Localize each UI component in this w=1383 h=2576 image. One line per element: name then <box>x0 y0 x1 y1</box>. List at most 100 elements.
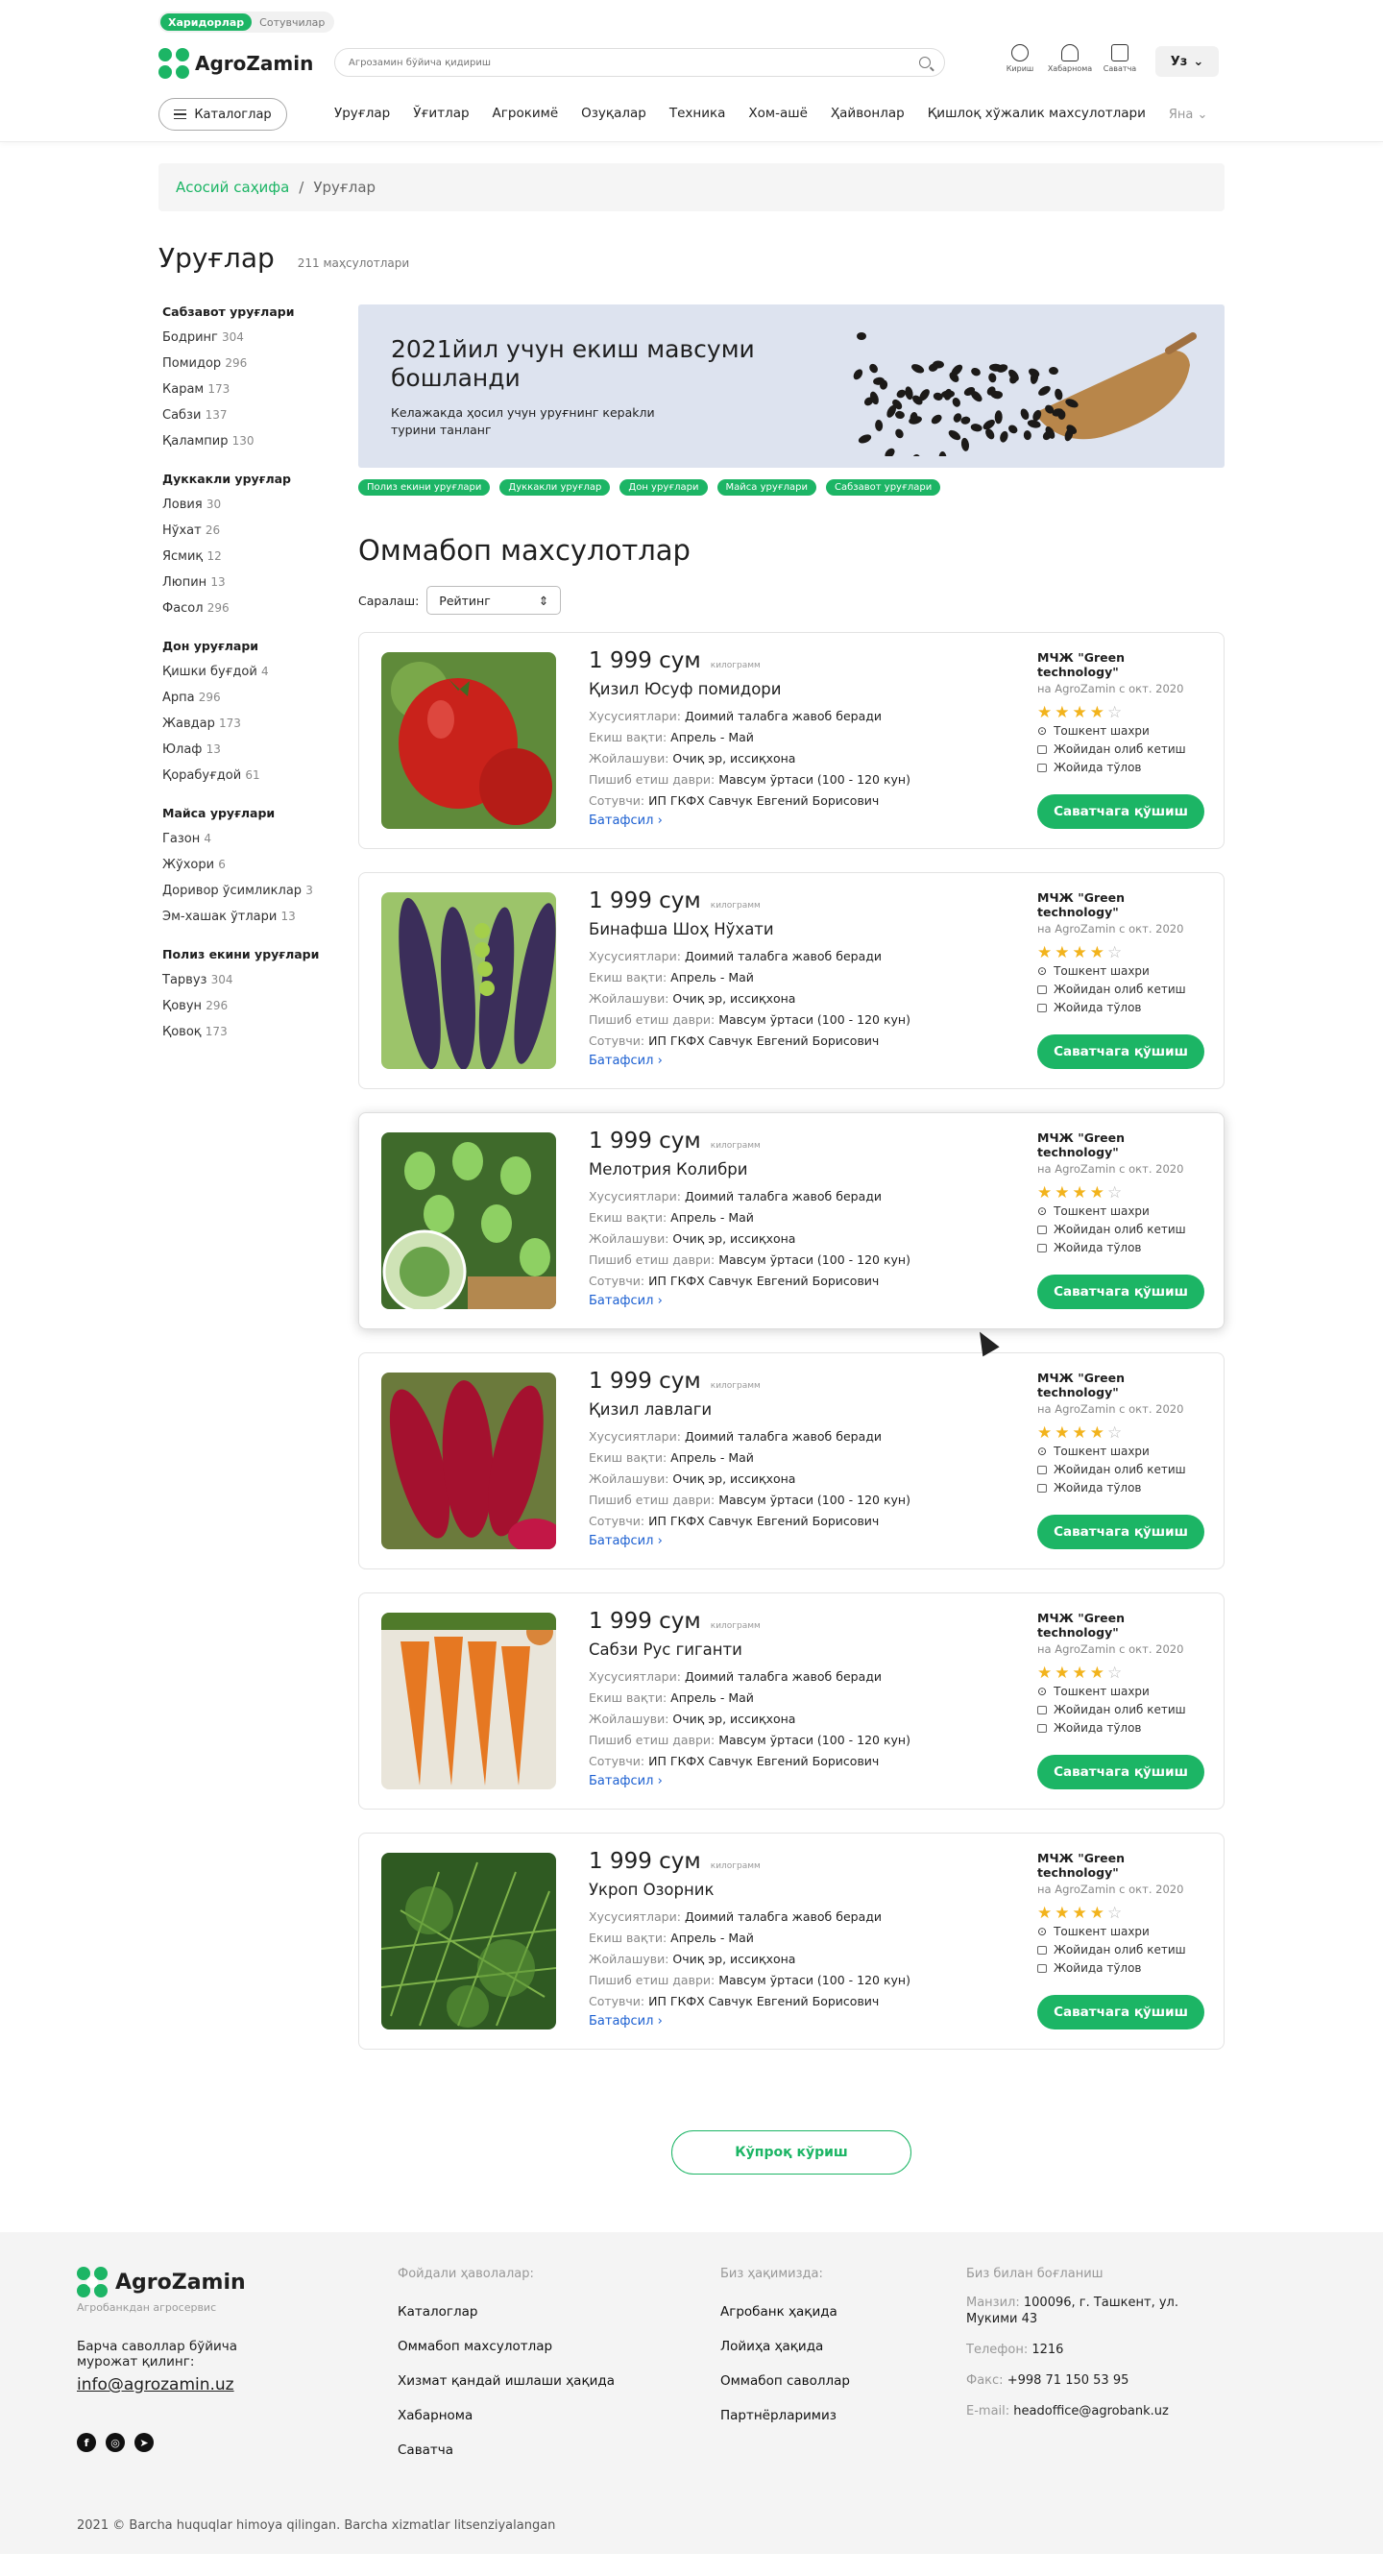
product-image[interactable] <box>381 1613 556 1789</box>
telegram-icon[interactable]: ➤ <box>134 2433 154 2452</box>
category-chip[interactable]: Сабзавот уруғлари <box>826 479 941 496</box>
sidebar-item[interactable]: Помидор 296 <box>162 351 358 377</box>
sidebar-group-title[interactable]: Майса уруғлари <box>162 806 358 820</box>
sidebar-item[interactable]: Арпа 296 <box>162 685 358 711</box>
product-image[interactable] <box>381 652 556 829</box>
footer-link[interactable]: Партнёрларимиз <box>720 2398 932 2433</box>
footer-link[interactable]: Хизмат қандай ишлаши ҳақида <box>398 2364 647 2398</box>
add-to-cart-button[interactable]: Саватчага қўшиш <box>1037 1755 1204 1789</box>
cart-button[interactable]: Саватча <box>1104 44 1136 73</box>
nav-item-raw-materials[interactable]: Хом-ашё <box>748 106 808 125</box>
sidebar-item[interactable]: Ясмиқ 12 <box>162 544 358 570</box>
sidebar-group-title[interactable]: Полиз екини уруғлари <box>162 947 358 961</box>
sidebar-item[interactable]: Қишки буғдой 4 <box>162 659 358 685</box>
product-name[interactable]: Қизил лавлаги <box>589 1400 954 1419</box>
sidebar-group-title[interactable]: Дон уруғлари <box>162 639 358 653</box>
sidebar-item[interactable]: Қовоқ 173 <box>162 1019 358 1045</box>
promo-banner[interactable]: 2021йил учун екиш мавсуми бошланди Келаж… <box>358 304 1225 468</box>
details-link[interactable]: Батафсил › <box>589 1532 954 1551</box>
footer-link[interactable]: Лойиҳа ҳақида <box>720 2329 932 2364</box>
search-input[interactable] <box>349 57 919 68</box>
sidebar-item[interactable]: Жавдар 173 <box>162 711 358 737</box>
product-image[interactable] <box>381 1373 556 1549</box>
details-link[interactable]: Батафсил › <box>589 1052 954 1071</box>
category-chip[interactable]: Дуккакли уруғлар <box>499 479 611 496</box>
sidebar-item[interactable]: Қорабуғдой 61 <box>162 763 358 789</box>
nav-item-fertilizers[interactable]: Ўғитлар <box>413 106 469 125</box>
footer-link[interactable]: Саватча <box>398 2433 647 2467</box>
product-image[interactable] <box>381 1132 556 1309</box>
add-to-cart-button[interactable]: Саватчага қўшиш <box>1037 1515 1204 1549</box>
sidebar-group-title[interactable]: Сабзавот уруғлари <box>162 304 358 319</box>
product-card[interactable]: 1 999 сум килограмм Қизил лавлаги Хусусия… <box>358 1352 1225 1569</box>
sidebar-group-title[interactable]: Дуккакли уруғлар <box>162 472 358 486</box>
instagram-icon[interactable]: ◎ <box>106 2433 125 2452</box>
sidebar-item[interactable]: Фасол 296 <box>162 595 358 621</box>
sidebar-item[interactable]: Қовун 296 <box>162 993 358 1019</box>
sidebar-item[interactable]: Эм-хашак ўтлари 13 <box>162 904 358 930</box>
product-card[interactable]: 1 999 сум килограмм Қизил Юсуф помидори Х… <box>358 632 1225 849</box>
add-to-cart-button[interactable]: Саватчага қўшиш <box>1037 1275 1204 1309</box>
sidebar-item[interactable]: Сабзи 137 <box>162 402 358 428</box>
category-chip[interactable]: Майса уруғлари <box>716 479 817 496</box>
product-image[interactable] <box>381 892 556 1069</box>
details-link[interactable]: Батафсил › <box>589 2012 954 2031</box>
sidebar-item[interactable]: Доривор ўсимликлар 3 <box>162 878 358 904</box>
details-link[interactable]: Батафсил › <box>589 1772 954 1791</box>
sidebar-item[interactable]: Ловия 30 <box>162 492 358 518</box>
product-name[interactable]: Сабзи Рус гиганти <box>589 1640 954 1659</box>
product-card[interactable]: 1 999 сум килограмм Укроп Озорник Хусусия… <box>358 1833 1225 2050</box>
company-name[interactable]: МЧЖ "Green technology" <box>1037 1611 1210 1640</box>
product-name[interactable]: Бинафша Шоҳ Нўхати <box>589 920 954 938</box>
role-sellers-tab[interactable]: Сотувчилар <box>252 13 332 31</box>
details-link[interactable]: Батафсил › <box>589 812 954 831</box>
nav-more[interactable]: Яна ⌄ <box>1169 106 1208 125</box>
contact-email[interactable]: E-mail: headoffice@agrobank.uz <box>966 2403 1197 2419</box>
footer-link[interactable]: Оммабоп махсулотлар <box>398 2329 647 2364</box>
product-name[interactable]: Укроп Озорник <box>589 1881 954 1899</box>
sidebar-item[interactable]: Бодринг 304 <box>162 325 358 351</box>
sidebar-item[interactable]: Люпин 13 <box>162 570 358 595</box>
footer-link[interactable]: Агробанк ҳақида <box>720 2295 932 2329</box>
role-buyers-tab[interactable]: Харидорлар <box>160 13 253 31</box>
show-more-button[interactable]: Кўпроқ кўриш <box>671 2130 911 2175</box>
product-name[interactable]: Мелотрия Колибри <box>589 1160 954 1179</box>
product-card[interactable]: 1 999 сум килограмм Мелотрия Колибри Хусу… <box>358 1112 1225 1329</box>
company-name[interactable]: МЧЖ "Green technology" <box>1037 1371 1210 1399</box>
product-card[interactable]: 1 999 сум килограмм Бинафша Шоҳ Нўхати Ху… <box>358 872 1225 1089</box>
add-to-cart-button[interactable]: Саватчага қўшиш <box>1037 794 1204 829</box>
footer-link[interactable]: Каталоглар <box>398 2295 647 2329</box>
sidebar-item[interactable]: Тарвуз 304 <box>162 967 358 993</box>
nav-item-machinery[interactable]: Техника <box>669 106 726 125</box>
product-card[interactable]: 1 999 сум килограмм Сабзи Рус гиганти Хус… <box>358 1592 1225 1810</box>
sidebar-item[interactable]: Юлаф 13 <box>162 737 358 763</box>
company-name[interactable]: МЧЖ "Green technology" <box>1037 650 1210 679</box>
footer-link[interactable]: Оммабоп саволлар <box>720 2364 932 2398</box>
login-button[interactable]: Кириш <box>1004 44 1036 73</box>
company-name[interactable]: МЧЖ "Green technology" <box>1037 890 1210 919</box>
nav-item-seeds[interactable]: Уруғлар <box>334 106 390 125</box>
sidebar-item[interactable]: Жўхори 6 <box>162 852 358 878</box>
product-name[interactable]: Қизил Юсуф помидори <box>589 680 954 698</box>
company-name[interactable]: МЧЖ "Green technology" <box>1037 1130 1210 1159</box>
add-to-cart-button[interactable]: Саватчага қўшиш <box>1037 1995 1204 2029</box>
nav-item-feed[interactable]: Озуқалар <box>581 106 646 125</box>
footer-email-link[interactable]: info@agrozamin.uz <box>77 2375 327 2394</box>
details-link[interactable]: Батафсил › <box>589 1292 954 1311</box>
catalog-button[interactable]: Каталоглар <box>158 98 287 131</box>
category-chip[interactable]: Полиз екини уруғлари <box>358 479 491 496</box>
facebook-icon[interactable]: f <box>77 2433 96 2452</box>
category-chip[interactable]: Дон уруғлари <box>619 479 708 496</box>
breadcrumb-home[interactable]: Асосий саҳифа <box>176 179 289 196</box>
logo[interactable]: AgroZamin <box>158 48 313 79</box>
product-image[interactable] <box>381 1853 556 2029</box>
nav-item-agrochemistry[interactable]: Агрокимё <box>493 106 559 125</box>
footer-logo[interactable]: AgroZamin <box>77 2267 327 2297</box>
nav-item-agri-products[interactable]: Қишлоқ хўжалик махсулотлари <box>928 106 1146 125</box>
search-icon[interactable] <box>919 57 931 68</box>
sidebar-item[interactable]: Қалампир 130 <box>162 428 358 454</box>
sidebar-item[interactable]: Карам 173 <box>162 377 358 402</box>
notifications-button[interactable]: Хабарнома <box>1048 44 1092 73</box>
add-to-cart-button[interactable]: Саватчага қўшиш <box>1037 1034 1204 1069</box>
sidebar-item[interactable]: Нўхат 26 <box>162 518 358 544</box>
